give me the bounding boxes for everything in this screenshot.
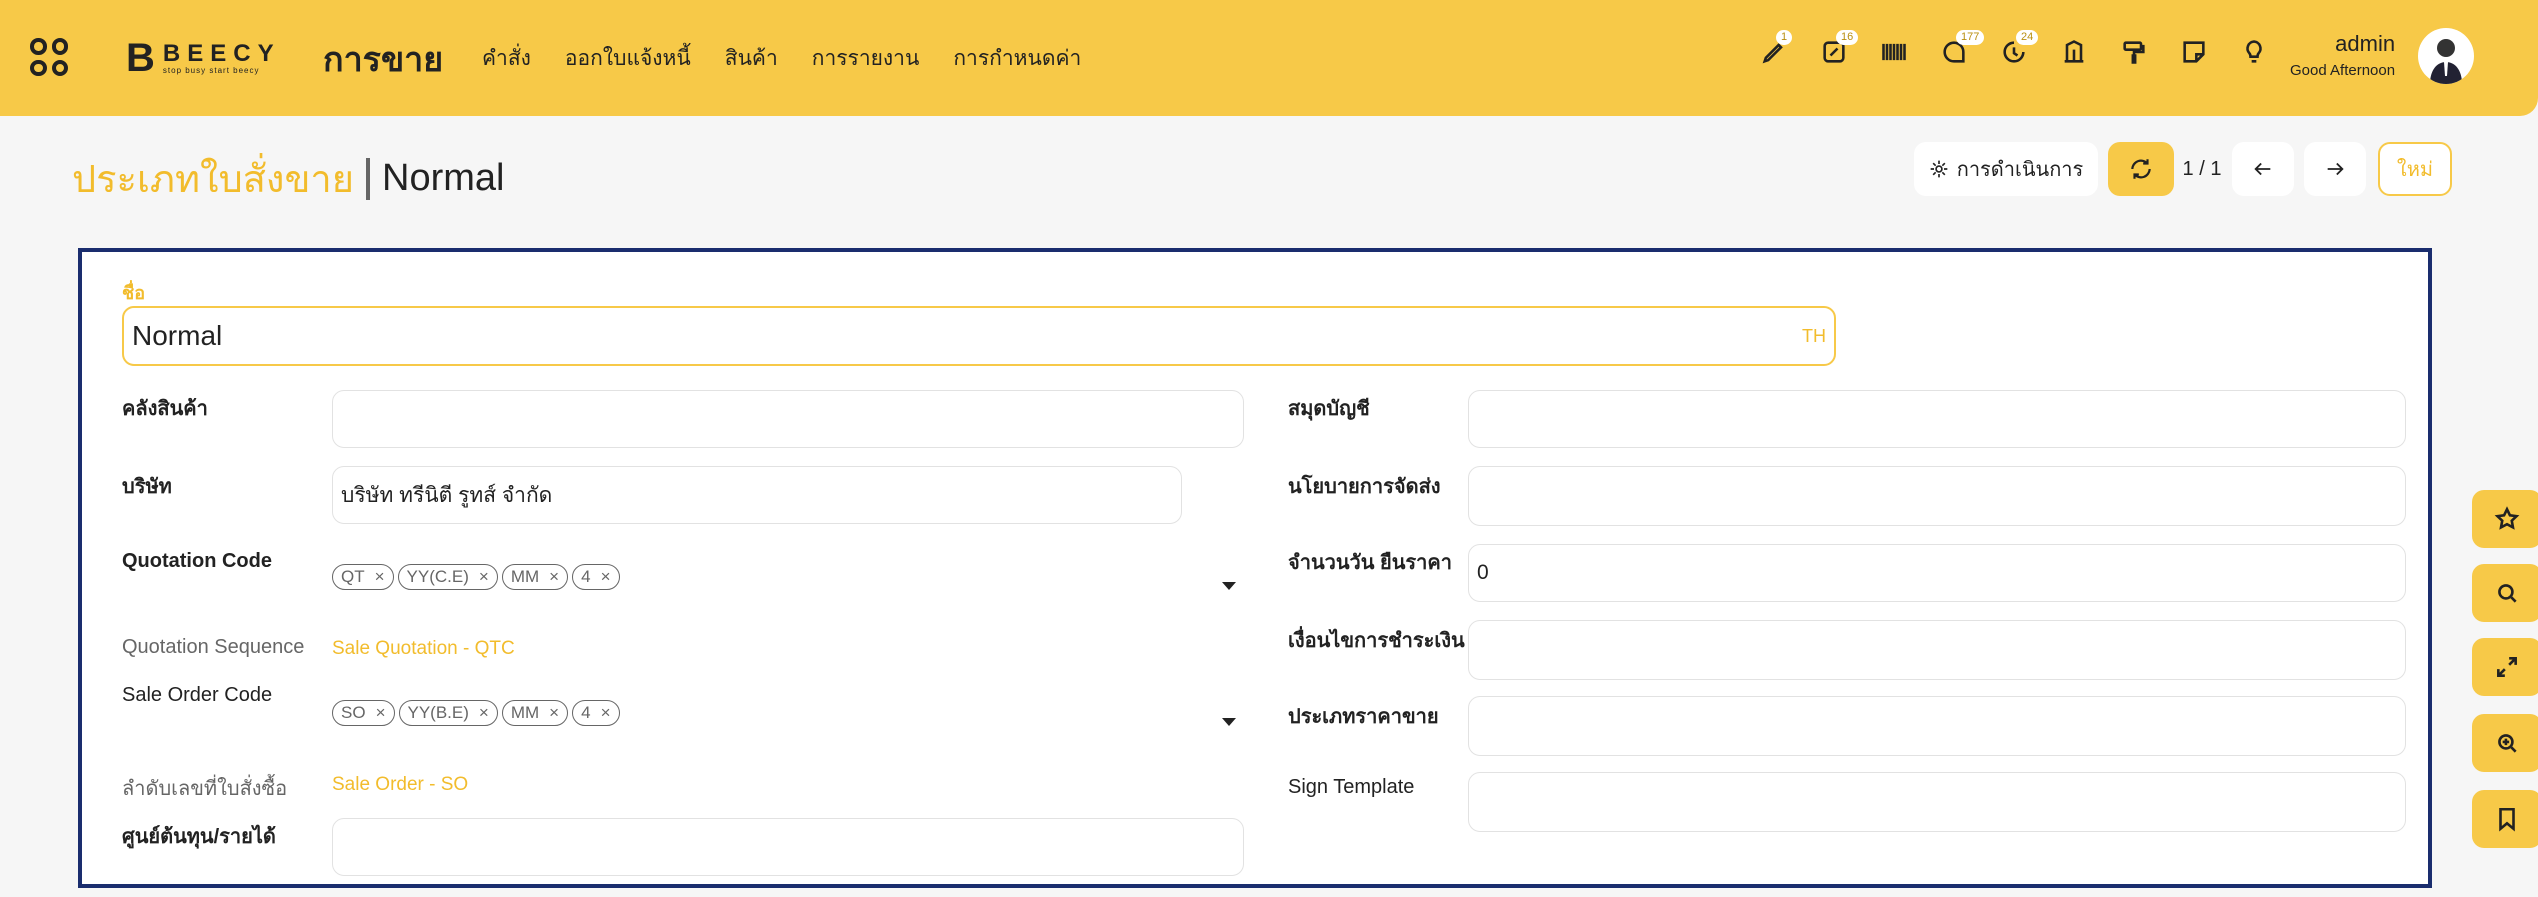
greeting: Good Afternoon	[2290, 62, 2396, 79]
quotation-sequence-value[interactable]: Sale Quotation - QTC	[332, 638, 515, 660]
remove-tag-icon[interactable]: ×	[601, 567, 611, 587]
tag[interactable]: QT ×	[332, 564, 394, 590]
remove-tag-icon[interactable]: ×	[601, 703, 611, 723]
chevron-down-icon[interactable]	[1222, 582, 1236, 590]
tag[interactable]: YY(C.E) ×	[397, 564, 498, 590]
pager-value[interactable]: 1 / 1	[2180, 142, 2224, 196]
bookmark-icon	[2499, 807, 2515, 832]
form-sheet: ชื่อ Normal TH คลังสินค้า บริษัท บริษัท …	[78, 248, 2432, 888]
validity-days-field[interactable]: 0	[1468, 544, 2406, 602]
warehouse-field[interactable]	[332, 390, 1244, 448]
breadcrumb: ประเภทใบสั่งขาย Normal	[72, 148, 505, 209]
remove-tag-icon[interactable]: ×	[549, 567, 559, 587]
systray: 1 16 177 24	[1760, 30, 2268, 66]
cost-center-field[interactable]	[332, 818, 1244, 876]
company-label: บริษัท	[122, 476, 172, 498]
pencil-icon[interactable]: 1	[1760, 30, 1793, 66]
zoom-button[interactable]	[2472, 714, 2538, 772]
arrow-right-icon	[2327, 162, 2344, 176]
sale-order-code-label: Sale Order Code	[122, 684, 273, 706]
tag[interactable]: MM ×	[501, 700, 569, 726]
expand-icon	[2497, 657, 2517, 677]
favorite-button[interactable]	[2472, 490, 2538, 548]
so-sequence-value[interactable]: Sale Order - SO	[332, 774, 468, 796]
company-field[interactable]: บริษัท ทรีนิตี รูทส์ จำกัด	[332, 466, 1182, 524]
edit-note-icon[interactable]: 16	[1820, 30, 1859, 66]
menu-item-products[interactable]: สินค้า	[725, 42, 778, 75]
menu-item-configuration[interactable]: การกำหนดค่า	[953, 42, 1081, 75]
journal-field[interactable]	[1468, 390, 2406, 448]
language-toggle[interactable]: TH	[1802, 326, 1826, 347]
payment-terms-field[interactable]	[1468, 620, 2406, 680]
avatar[interactable]	[2418, 28, 2474, 84]
menu-item-invoicing[interactable]: ออกใบแจ้งหนี้	[565, 42, 691, 75]
chevron-down-icon[interactable]	[1222, 718, 1236, 726]
tag[interactable]: SO ×	[332, 700, 395, 726]
validity-days-label: จำนวนวัน ยืนราคา	[1288, 552, 1452, 574]
breadcrumb-current: Normal	[382, 157, 505, 199]
refresh-button[interactable]	[2108, 142, 2174, 196]
cost-center-label: ศูนย์ต้นทุน/รายได้	[122, 826, 276, 848]
journal-label: สมุดบัญชี	[1288, 398, 1370, 420]
arrow-left-icon	[2254, 162, 2271, 176]
name-value: Normal	[132, 320, 223, 351]
payment-terms-label: เงื่อนไขการชำระเงิน	[1288, 630, 1465, 652]
module-title[interactable]: การขาย	[323, 32, 443, 86]
gear-icon	[1930, 160, 1948, 178]
paint-roller-icon[interactable]	[2120, 38, 2148, 66]
name-field[interactable]: Normal TH	[122, 306, 1836, 366]
lightbulb-icon[interactable]	[2240, 38, 2268, 66]
tag[interactable]: 4 ×	[572, 700, 620, 726]
sign-template-field[interactable]	[1468, 772, 2406, 832]
sticky-note-icon[interactable]	[2180, 38, 2208, 66]
actions-button[interactable]: การดำเนินการ	[1914, 142, 2098, 196]
menu-item-orders[interactable]: คำสั่ง	[482, 42, 531, 75]
brand-logo[interactable]: B BEECY stop busy start beecy	[126, 38, 281, 78]
bank-icon[interactable]	[2060, 38, 2088, 66]
warehouse-label: คลังสินค้า	[122, 398, 208, 420]
delivery-policy-label: นโยบายการจัดส่ง	[1288, 476, 1441, 498]
expand-button[interactable]	[2472, 638, 2538, 696]
search-icon	[2498, 584, 2517, 603]
delivery-policy-field[interactable]	[1468, 466, 2406, 526]
apps-menu-icon[interactable]	[30, 38, 68, 76]
activity-icon[interactable]: 24	[2000, 30, 2039, 66]
breadcrumb-parent[interactable]: ประเภทใบสั่งขาย	[72, 148, 354, 209]
tag[interactable]: MM ×	[501, 564, 569, 590]
remove-tag-icon[interactable]: ×	[549, 703, 559, 723]
remove-tag-icon[interactable]: ×	[376, 703, 386, 723]
so-sequence-label: ลำดับเลขที่ใบสั่งซื้อ	[122, 778, 288, 800]
menu-item-reporting[interactable]: การรายงาน	[812, 42, 920, 75]
sale-order-code-tags[interactable]: SO × YY(B.E) × MM × 4 ×	[332, 700, 620, 726]
name-label: ชื่อ	[122, 283, 146, 303]
quotation-sequence-label: Quotation Sequence	[122, 636, 305, 658]
tag[interactable]: YY(B.E) ×	[398, 700, 498, 726]
bookmark-button[interactable]	[2472, 790, 2538, 848]
breadcrumb-divider	[366, 157, 371, 200]
barcode-icon[interactable]	[1880, 38, 1908, 66]
user-name: admin	[2335, 31, 2396, 56]
pricelist-field[interactable]	[1468, 696, 2406, 756]
search-button[interactable]	[2472, 564, 2538, 622]
previous-button[interactable]	[2232, 142, 2294, 196]
refresh-icon	[2131, 159, 2151, 179]
next-button[interactable]	[2304, 142, 2366, 196]
new-button[interactable]: ใหม่	[2378, 142, 2452, 196]
remove-tag-icon[interactable]: ×	[375, 567, 385, 587]
sign-template-label: Sign Template	[1288, 776, 1415, 798]
quotation-code-tags[interactable]: QT × YY(C.E) × MM × 4 ×	[332, 564, 620, 590]
quotation-code-label: Quotation Code	[122, 550, 272, 572]
pricelist-label: ประเภทราคาขาย	[1288, 706, 1439, 728]
user-menu[interactable]: admin Good Afternoon	[2290, 31, 2396, 80]
chat-icon[interactable]: 177	[1940, 30, 1985, 66]
actions-label: การดำเนินการ	[1956, 159, 2084, 181]
remove-tag-icon[interactable]: ×	[479, 567, 489, 587]
main-menu: คำสั่ง ออกใบแจ้งหนี้ สินค้า การรายงาน กา…	[482, 42, 1081, 75]
zoom-in-icon	[2498, 734, 2517, 753]
remove-tag-icon[interactable]: ×	[479, 703, 489, 723]
top-navbar: B BEECY stop busy start beecy การขาย คำสั…	[0, 0, 2538, 116]
star-icon	[2494, 506, 2520, 530]
tag[interactable]: 4 ×	[572, 564, 620, 590]
